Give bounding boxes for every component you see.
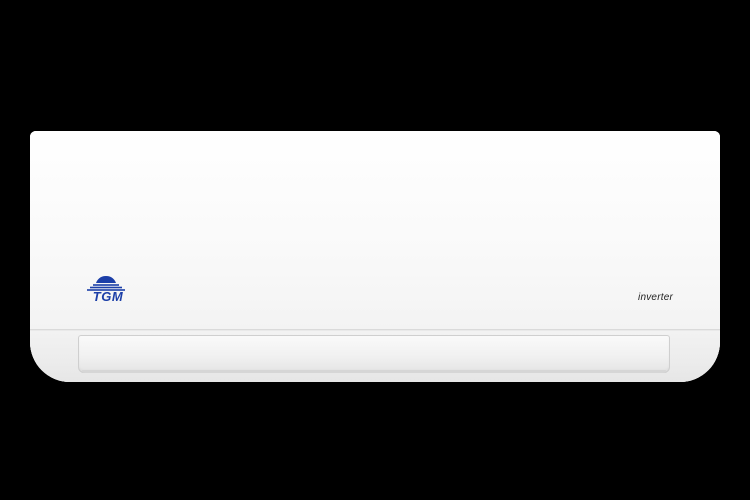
brand-name: TGM — [92, 289, 124, 304]
air-conditioner-unit: TGM inverter — [30, 131, 720, 382]
inverter-label: inverter — [638, 292, 673, 303]
air-louver — [78, 335, 670, 373]
louver-lip — [82, 370, 666, 373]
photo-background: TGM inverter — [0, 0, 750, 500]
brand-logo: TGM — [76, 275, 136, 305]
